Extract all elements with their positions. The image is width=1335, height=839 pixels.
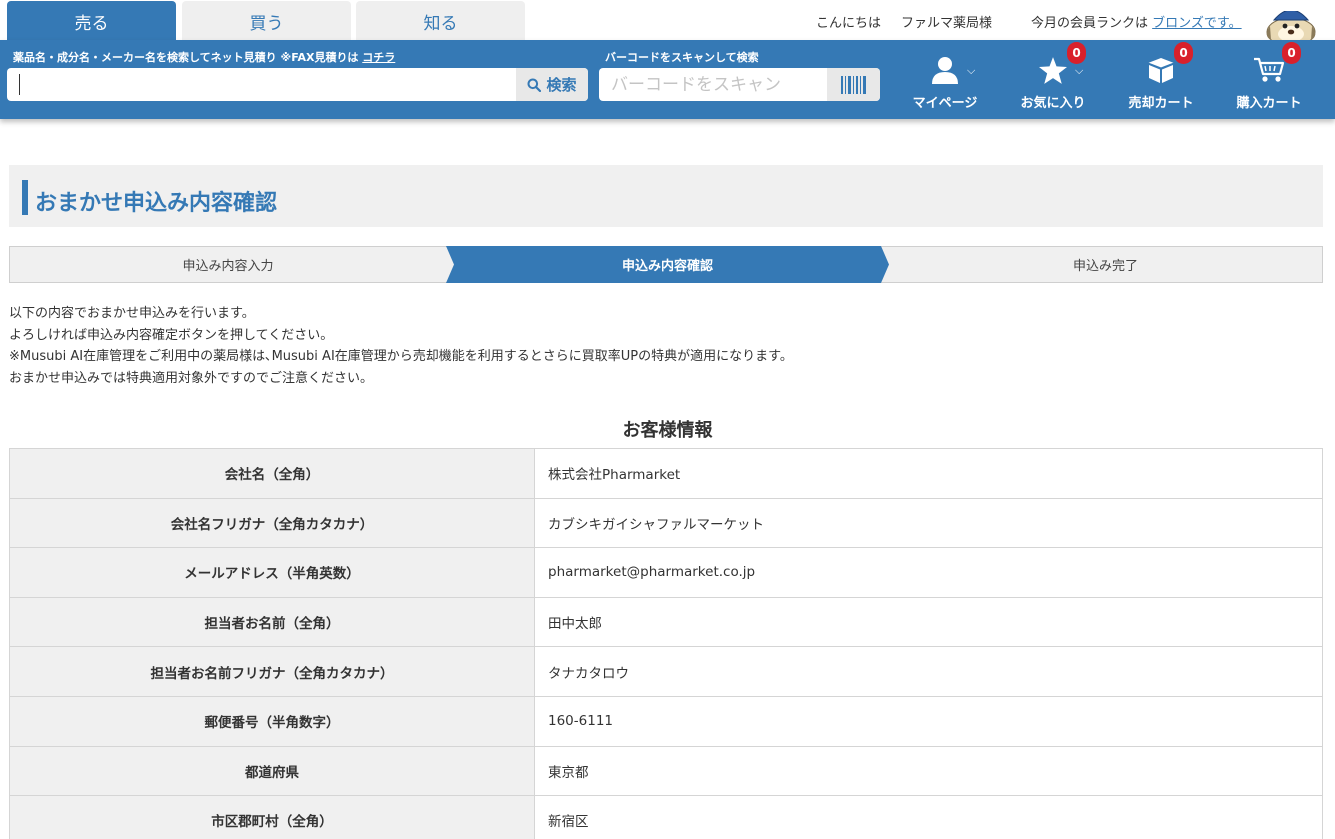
mascot-icon [1266,5,1316,42]
favorites-label: お気に入り [1020,96,1086,111]
search-input[interactable] [7,68,516,101]
instruction-line: ※Musubi AI在庫管理をご利用中の薬局様は､Musubi AI在庫管理から… [9,349,793,365]
table-row: 会社名フリガナ（全角カタカナ） カブシキガイシャファルマーケット [9,497,1323,549]
top-bar: 売る 買う 知る こんにちは ファルマ薬局様 今月の会員ランクは ブロンズです。 [0,0,1335,42]
box-icon [1147,58,1175,83]
table-row: 市区郡町村（全角） 新宿区 [9,795,1323,839]
barcode-box [599,68,880,101]
barcode-input[interactable] [599,68,827,101]
row-value: カブシキガイシャファルマーケット [534,497,1323,549]
member-rank: 今月の会員ランクは ブロンズです。 [1031,12,1242,31]
table-row: 担当者お名前（全角） 田中太郎 [9,596,1323,648]
row-value: 株式会社Pharmarket [534,448,1323,499]
favorites-button[interactable]: 0 ⌵ お気に入り [1013,42,1093,112]
search-button-label: 検索 [546,76,577,94]
step-confirm: 申込み内容確認 [621,259,713,274]
search-icon [527,78,542,92]
main-header: 薬品名・成分名・メーカー名を検索してネット見積り ※FAX見積りは コチラ 検索… [0,40,1335,119]
table-row: 郵便番号（半角数字） 160-6111 [9,695,1323,747]
table-row: 担当者お名前フリガナ（全角カタカナ） タナカタロウ [9,646,1323,697]
row-label: 市区郡町村（全角） [9,795,535,839]
table-row: メールアドレス（半角英数） pharmarket@pharmarket.co.j… [9,547,1323,598]
page-title: おまかせ申込み内容確認 [35,191,278,216]
member-rank-prefix: 今月の会員ランクは [1031,16,1149,31]
member-rank-link[interactable]: ブロンズです。 [1152,16,1241,31]
barcode-icon [840,75,866,94]
fax-estimate-link[interactable]: コチラ [362,51,395,64]
row-value: 東京都 [534,745,1323,797]
text-caret [19,74,20,95]
row-label: 会社名（全角） [9,448,535,499]
cart-icon [1254,57,1285,82]
buy-cart-count-badge: 0 [1282,42,1301,64]
instruction-line: よろしければ申込み内容確定ボタンを押してください。 [9,327,334,343]
sell-cart-button[interactable]: 0 売却カート [1121,42,1201,112]
row-value: 田中太郎 [534,596,1323,648]
step-input: 申込み内容入力 [182,259,274,274]
favorites-count-badge: 0 [1067,42,1086,64]
row-label: 郵便番号（半角数字） [9,695,535,747]
row-label: 担当者お名前（全角） [9,596,535,648]
customer-info-heading: お客様情報 [622,420,713,441]
page-title-panel: おまかせ申込み内容確認 [9,165,1323,227]
user-icon [932,57,958,84]
buy-cart-button[interactable]: 0 購入カート [1229,42,1309,112]
title-accent-bar [22,180,28,215]
search-label: 薬品名・成分名・メーカー名を検索してネット見積り ※FAX見積りは コチラ [13,49,395,65]
search-label-text: 薬品名・成分名・メーカー名を検索してネット見積り ※FAX見積りは [13,51,359,64]
star-icon [1039,56,1067,84]
table-row: 都道府県 東京都 [9,745,1323,797]
tab-know[interactable]: 知る [356,1,525,41]
customer-info-table: 会社名（全角） 株式会社Pharmarket 会社名フリガナ（全角カタカナ） カ… [9,448,1323,839]
tab-sell[interactable]: 売る [7,1,176,41]
instruction-line: 以下の内容でおまかせ申込みを行います。 [9,306,255,321]
chevron-down-icon: ⌵ [967,64,976,77]
table-row: 会社名（全角） 株式会社Pharmarket [9,448,1323,499]
row-label: 都道府県 [9,745,535,797]
sell-cart-count-badge: 0 [1174,42,1193,64]
instruction-line: おまかせ申込みでは特典適用対象外ですのでご注意ください。 [9,371,374,387]
mypage-button[interactable]: ⌵ マイページ [905,50,985,112]
mypage-label: マイページ [912,96,978,111]
search-box: 検索 [7,68,588,101]
row-label: 担当者お名前フリガナ（全角カタカナ） [9,646,535,697]
row-label: メールアドレス（半角英数） [9,547,535,598]
row-value: タナカタロウ [534,646,1323,697]
row-value: pharmarket@pharmarket.co.jp [534,547,1323,598]
instructions-text: 以下の内容でおまかせ申込みを行います。 よろしければ申込み内容確定ボタンを押して… [9,303,793,390]
barcode-label: バーコードをスキャンして検索 [605,51,759,64]
progress-steps: 申込み内容入力 申込み内容確認 申込み完了 [9,246,1323,283]
row-value: 160-6111 [534,695,1323,747]
greeting-pharmacy-name: ファルマ薬局様 [901,16,993,31]
buy-cart-label: 購入カート [1236,96,1302,111]
row-label: 会社名フリガナ（全角カタカナ） [9,497,535,549]
row-value: 新宿区 [534,795,1323,839]
step-complete: 申込み完了 [1072,259,1138,274]
greeting-hello: こんにちは [816,16,882,31]
search-button[interactable]: 検索 [516,68,588,101]
chevron-down-icon: ⌵ [1075,64,1084,77]
tab-buy[interactable]: 買う [182,1,351,41]
sell-cart-label: 売却カート [1128,96,1194,111]
barcode-scan-button[interactable] [827,68,880,101]
